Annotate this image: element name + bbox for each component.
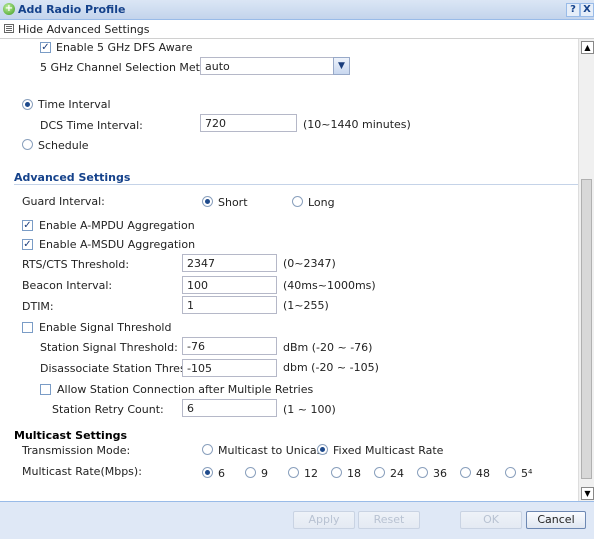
rate-radio[interactable] bbox=[202, 467, 213, 478]
advanced-settings-header: Advanced Settings bbox=[14, 171, 131, 184]
title-bar: + Add Radio Profile ? X bbox=[0, 0, 594, 20]
station-signal-input[interactable]: -76 bbox=[182, 337, 277, 355]
beacon-label: Beacon Interval: bbox=[22, 279, 113, 292]
rate-radio[interactable] bbox=[374, 467, 385, 478]
chevron-down-icon[interactable]: ▼ bbox=[333, 57, 350, 75]
hide-advanced-label: Hide Advanced Settings bbox=[18, 23, 150, 36]
allow-retry-checkbox[interactable] bbox=[40, 384, 51, 395]
rate-radio[interactable] bbox=[245, 467, 256, 478]
channel-method-label: 5 GHz Channel Selection Method: bbox=[40, 61, 225, 74]
channel-method-value: auto bbox=[205, 60, 230, 73]
retry-count-label: Station Retry Count: bbox=[52, 403, 164, 416]
list-icon bbox=[4, 24, 14, 33]
mode-unicast-label: Multicast to Unicast bbox=[218, 444, 327, 457]
mode-unicast-radio[interactable] bbox=[202, 444, 213, 455]
dtim-hint: (1~255) bbox=[283, 299, 329, 312]
ampdu-label: Enable A-MPDU Aggregation bbox=[39, 219, 195, 232]
hide-advanced-toggle[interactable]: Hide Advanced Settings bbox=[0, 20, 594, 39]
schedule-label: Schedule bbox=[38, 139, 89, 152]
station-signal-value: -76 bbox=[187, 340, 205, 353]
allow-retry-label: Allow Station Connection after Multiple … bbox=[57, 383, 314, 396]
rate-label: 36 bbox=[433, 467, 447, 480]
rts-input[interactable]: 2347 bbox=[182, 254, 277, 272]
rate-label: 5⁴ bbox=[521, 467, 533, 480]
retry-count-input[interactable]: 6 bbox=[182, 399, 277, 417]
rate-radio[interactable] bbox=[417, 467, 428, 478]
rate-label: 12 bbox=[304, 467, 318, 480]
scroll-thumb[interactable] bbox=[581, 179, 592, 479]
multicast-rate-label: Multicast Rate(Mbps): bbox=[22, 465, 142, 478]
station-signal-hint: dBm (-20 ~ -76) bbox=[283, 341, 373, 354]
rts-hint: (0~2347) bbox=[283, 257, 336, 270]
beacon-hint: (40ms~1000ms) bbox=[283, 279, 376, 292]
dfs-checkbox[interactable]: ✓ bbox=[40, 42, 51, 53]
transmission-mode-label: Transmission Mode: bbox=[22, 444, 131, 457]
section-divider bbox=[14, 184, 578, 185]
disassoc-input[interactable]: -105 bbox=[182, 359, 277, 377]
rate-radio[interactable] bbox=[460, 467, 471, 478]
rate-label: 9 bbox=[261, 467, 268, 480]
rate-radio[interactable] bbox=[505, 467, 516, 478]
guard-long-label: Long bbox=[308, 196, 335, 209]
dtim-label: DTIM: bbox=[22, 300, 54, 313]
rate-label: 6 bbox=[218, 467, 225, 480]
dialog-footer: Apply Reset OK Cancel bbox=[0, 501, 594, 539]
amsdu-label: Enable A-MSDU Aggregation bbox=[39, 238, 196, 251]
disassoc-value: -105 bbox=[187, 362, 212, 375]
scroll-up-icon[interactable]: ▲ bbox=[581, 41, 594, 54]
settings-panel: ✓ Enable 5 GHz DFS Aware 5 GHz Channel S… bbox=[0, 39, 578, 501]
close-button[interactable]: X bbox=[580, 3, 594, 17]
disassoc-hint: dbm (-20 ~ -105) bbox=[283, 361, 379, 374]
signal-threshold-label: Enable Signal Threshold bbox=[39, 321, 172, 334]
apply-button[interactable]: Apply bbox=[293, 511, 355, 529]
cancel-button[interactable]: Cancel bbox=[526, 511, 586, 529]
retry-count-hint: (1 ~ 100) bbox=[283, 403, 336, 416]
ampdu-checkbox[interactable]: ✓ bbox=[22, 220, 33, 231]
dcs-interval-input[interactable]: 720 bbox=[200, 114, 297, 132]
rate-label: 18 bbox=[347, 467, 361, 480]
dcs-interval-value: 720 bbox=[205, 117, 226, 130]
guard-short-label: Short bbox=[218, 196, 248, 209]
vertical-scrollbar[interactable]: ▲ ▼ bbox=[578, 39, 594, 501]
add-radio-profile-dialog: + Add Radio Profile ? X Hide Advanced Se… bbox=[0, 0, 594, 539]
channel-method-select[interactable]: auto bbox=[200, 57, 350, 75]
rts-value: 2347 bbox=[187, 257, 215, 270]
help-button[interactable]: ? bbox=[566, 3, 580, 17]
beacon-value: 100 bbox=[187, 279, 208, 292]
amsdu-checkbox[interactable]: ✓ bbox=[22, 239, 33, 250]
add-icon: + bbox=[3, 3, 15, 15]
rate-label: 48 bbox=[476, 467, 490, 480]
dtim-value: 1 bbox=[187, 299, 194, 312]
dcs-interval-hint: (10~1440 minutes) bbox=[303, 118, 411, 131]
rate-radio[interactable] bbox=[288, 467, 299, 478]
rts-label: RTS/CTS Threshold: bbox=[22, 258, 130, 271]
mode-fixed-label: Fixed Multicast Rate bbox=[333, 444, 444, 457]
beacon-input[interactable]: 100 bbox=[182, 276, 277, 294]
scroll-down-icon[interactable]: ▼ bbox=[581, 487, 594, 500]
rate-label: 24 bbox=[390, 467, 404, 480]
dfs-label: Enable 5 GHz DFS Aware bbox=[56, 41, 193, 54]
guard-interval-label: Guard Interval: bbox=[22, 195, 105, 208]
multicast-settings-header: Multicast Settings bbox=[14, 429, 128, 442]
guard-short-radio[interactable] bbox=[202, 196, 213, 207]
guard-long-radio[interactable] bbox=[292, 196, 303, 207]
rate-radio[interactable] bbox=[331, 467, 342, 478]
signal-threshold-checkbox[interactable] bbox=[22, 322, 33, 333]
mode-fixed-radio[interactable] bbox=[317, 444, 328, 455]
dialog-title: Add Radio Profile bbox=[18, 3, 126, 16]
time-interval-radio[interactable] bbox=[22, 99, 33, 110]
time-interval-label: Time Interval bbox=[38, 98, 111, 111]
station-signal-label: Station Signal Threshold: bbox=[40, 341, 178, 354]
schedule-radio[interactable] bbox=[22, 139, 33, 150]
reset-button[interactable]: Reset bbox=[358, 511, 420, 529]
dtim-input[interactable]: 1 bbox=[182, 296, 277, 314]
ok-button[interactable]: OK bbox=[460, 511, 522, 529]
retry-count-value: 6 bbox=[187, 402, 194, 415]
dcs-interval-label: DCS Time Interval: bbox=[40, 119, 143, 132]
